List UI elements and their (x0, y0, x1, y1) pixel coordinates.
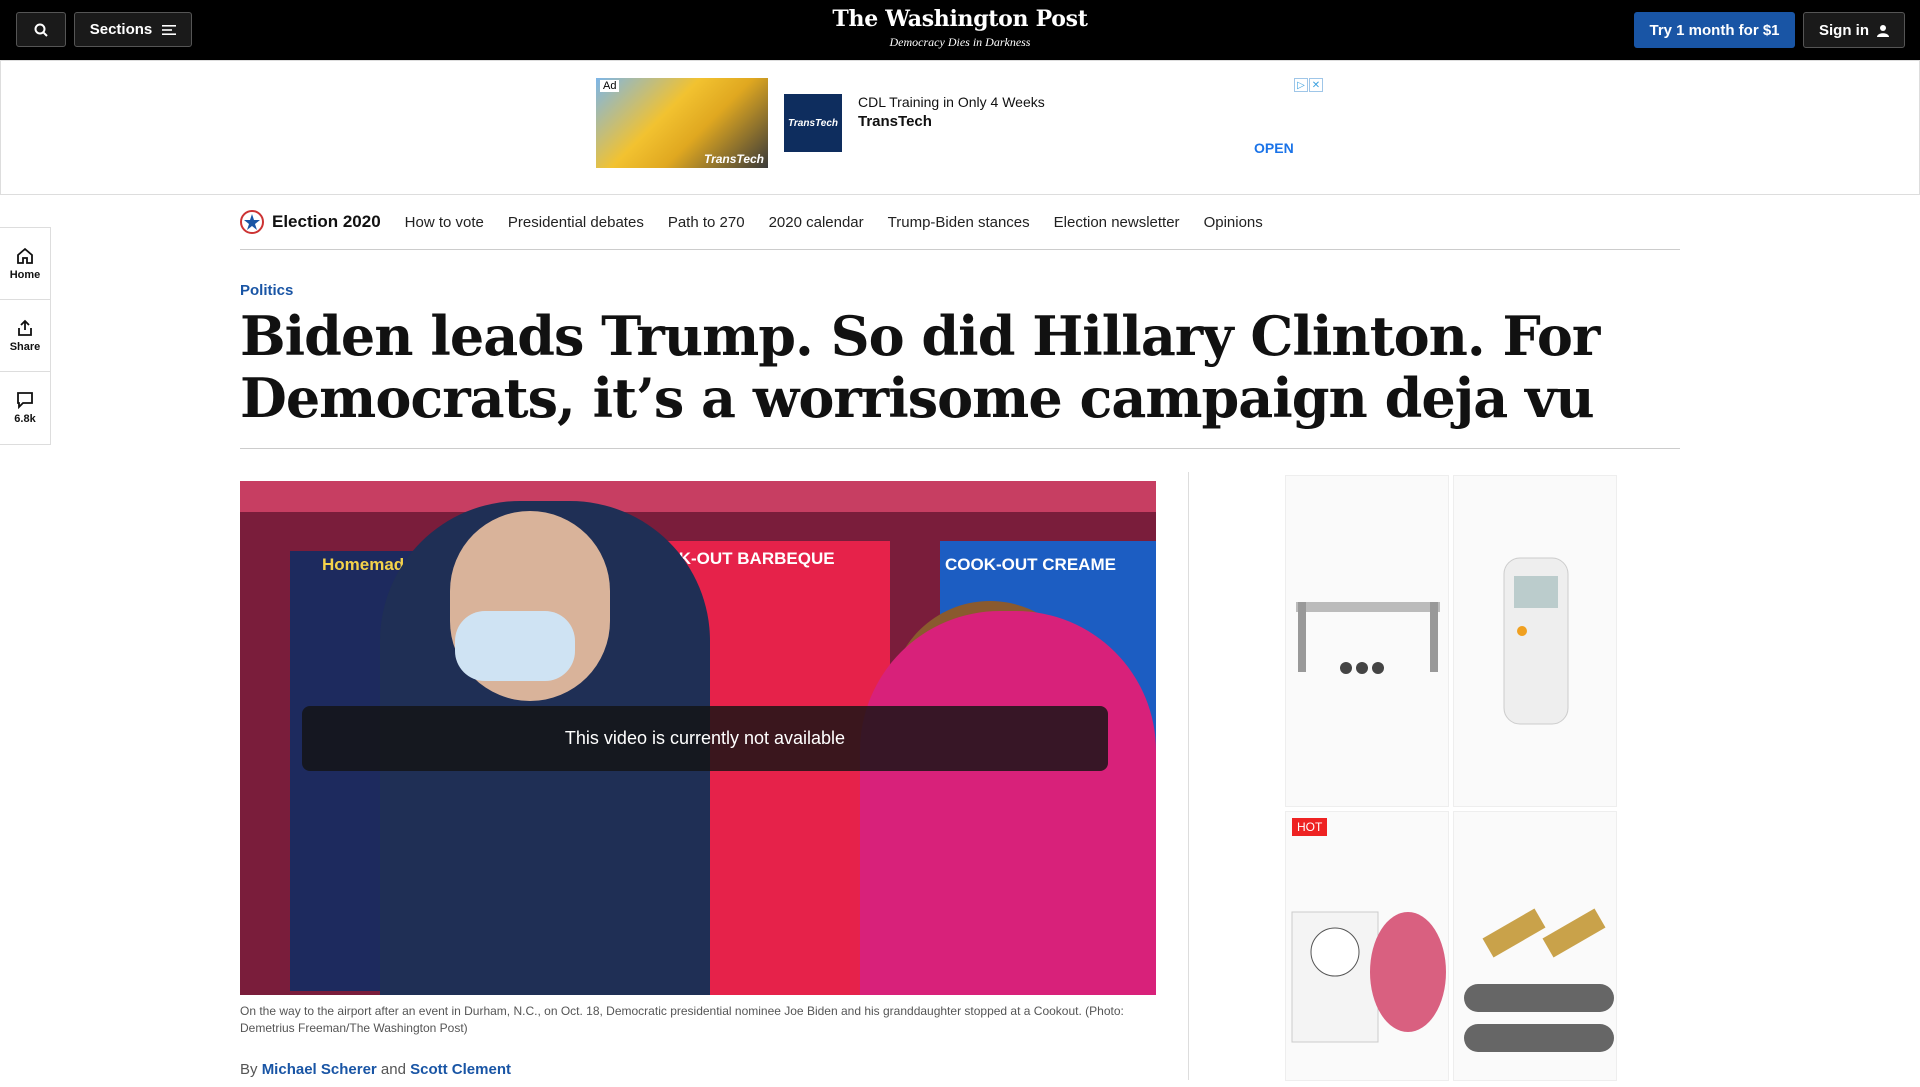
comment-icon (17, 392, 33, 409)
ad-choices[interactable]: ▷ ✕ (1294, 78, 1323, 92)
ad-tile-refrigerant[interactable]: HOT (1285, 811, 1449, 1081)
menu-title-right: COOK-OUT CREAME (945, 555, 1116, 574)
ad-image-watermark: TransTech (703, 152, 764, 166)
masthead[interactable]: The Washington Post Democracy Dies in Da… (760, 6, 1160, 50)
sign-in-button[interactable]: Sign in (1803, 12, 1905, 48)
article-headline: Biden leads Trump. So did Hillary Clinto… (240, 304, 1600, 430)
video-unavailable-message: This video is currently not available (302, 706, 1108, 771)
user-icon (1877, 24, 1889, 37)
ad-advertiser[interactable]: TransTech (858, 113, 932, 130)
article-kicker[interactable]: Politics (240, 282, 293, 299)
nav-link-2020-calendar[interactable]: 2020 calendar (769, 214, 864, 231)
ad-tile-remote[interactable] (1453, 475, 1617, 807)
adchoices-icon[interactable]: ▷ (1294, 78, 1308, 92)
menu-icon (162, 24, 177, 35)
divider (240, 448, 1680, 449)
ac-bracket-icon (1296, 602, 1440, 674)
close-icon[interactable]: ✕ (1309, 78, 1323, 92)
ad-open-button[interactable]: OPEN (1254, 140, 1294, 156)
photo-caption: On the way to the airport after an event… (240, 1004, 1124, 1035)
byline: By Michael Scherer and Scott Clement (240, 1061, 511, 1078)
brand-tagline: Democracy Dies in Darkness (889, 35, 1031, 49)
nav-link-path-to-270[interactable]: Path to 270 (668, 214, 745, 231)
ad-banner (0, 60, 1920, 195)
nav-link-election-newsletter[interactable]: Election newsletter (1054, 214, 1180, 231)
rail-share-label: Share (9, 340, 41, 353)
hose-fittings-icon (1464, 908, 1614, 1052)
home-icon (17, 247, 33, 264)
nav-link-how-to-vote[interactable]: How to vote (405, 214, 484, 231)
ad-tile-fittings[interactable] (1453, 811, 1617, 1081)
side-ad: ▷ ✕ HOT (1285, 475, 1617, 1081)
refrigerant-can-icon (1291, 911, 1446, 1043)
rail-comments[interactable]: 6.8k (0, 372, 50, 444)
ad-headline[interactable]: CDL Training in Only 4 Weeks (858, 94, 1045, 110)
nav-link-presidential-debates[interactable]: Presidential debates (508, 214, 644, 231)
sign-in-label: Sign in (1819, 21, 1869, 39)
author-link-2[interactable]: Scott Clement (410, 1061, 511, 1078)
share-icon (18, 319, 32, 336)
rail-comments-count: 6.8k (14, 413, 36, 425)
brand-name: The Washington Post (832, 6, 1088, 32)
remote-control-icon (1503, 557, 1569, 725)
ad-tile-bracket[interactable] (1285, 475, 1449, 807)
rail-home-label: Home (9, 268, 41, 281)
nav-link-trump-biden-stances[interactable]: Trump-Biden stances (888, 214, 1030, 231)
column-divider (1188, 472, 1189, 1080)
subscribe-button[interactable]: Try 1 month for $1 (1634, 12, 1795, 48)
ad-logo[interactable]: TransTech (784, 94, 842, 152)
rail-share[interactable]: Share (0, 300, 50, 372)
left-rail: Home Share 6.8k (0, 227, 51, 445)
election-brand[interactable]: Election 2020 (240, 210, 381, 234)
ad-image[interactable]: Ad TransTech (596, 78, 768, 168)
star-logo-icon (240, 210, 264, 234)
sections-button[interactable]: Sections (74, 12, 192, 47)
search-button[interactable] (16, 12, 66, 47)
top-bar: Sections The Washington Post Democracy D… (0, 0, 1920, 60)
photo-person-right (860, 611, 1156, 995)
search-icon (34, 23, 48, 37)
ad-badge: Ad (600, 80, 620, 92)
rail-home[interactable]: Home (0, 228, 50, 300)
video-player[interactable]: Homemade Ch COOK-OUT BARBEQUE COOK-OUT C… (240, 481, 1156, 995)
election-brand-label: Election 2020 (272, 212, 381, 231)
byline-prefix: By (240, 1061, 258, 1078)
author-link-1[interactable]: Michael Scherer (262, 1061, 377, 1078)
sections-label: Sections (89, 21, 153, 38)
photo-face-mask (455, 611, 575, 681)
election-nav: Election 2020 How to vote Presidential d… (240, 195, 1680, 250)
nav-link-opinions[interactable]: Opinions (1204, 214, 1263, 231)
byline-and: and (380, 1061, 406, 1078)
hot-badge: HOT (1292, 818, 1328, 836)
